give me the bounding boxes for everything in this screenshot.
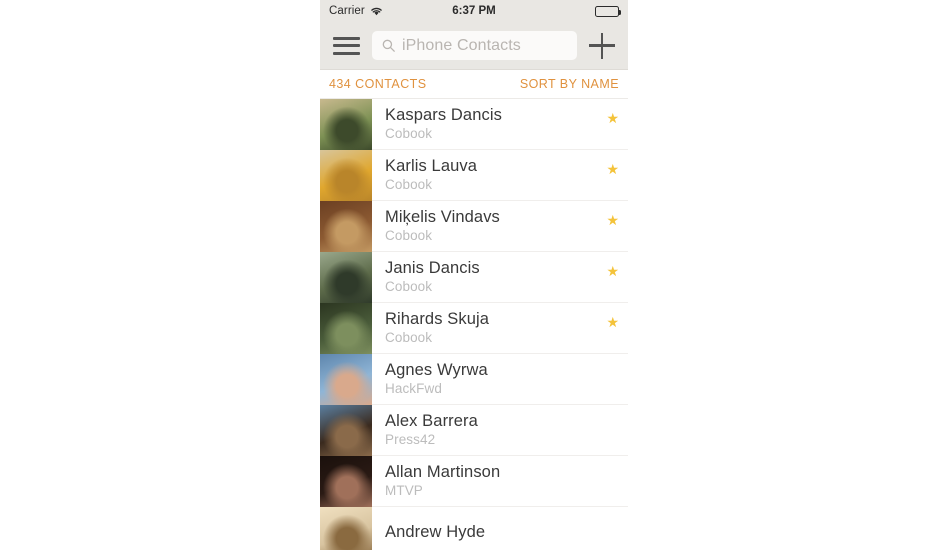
star-icon[interactable]: ★ — [606, 162, 619, 176]
contact-organization: Cobook — [385, 279, 433, 294]
carrier-label: Carrier — [329, 5, 365, 17]
avatar — [320, 354, 372, 405]
avatar — [320, 303, 372, 354]
contact-row[interactable]: Alex Barrera Press42 — [320, 405, 628, 456]
contact-row[interactable]: Janis Dancis Cobook ★ — [320, 252, 628, 303]
contact-row[interactable]: Kaspars Dancis Cobook ★ — [320, 99, 628, 150]
status-bar-right — [595, 5, 622, 17]
avatar — [320, 201, 372, 252]
avatar — [320, 150, 372, 201]
contact-name: Agnes Wyrwa — [385, 361, 488, 379]
contact-organization: Cobook — [385, 330, 433, 345]
status-bar-left: Carrier — [329, 5, 383, 17]
contact-name: Alex Barrera — [385, 412, 478, 430]
contact-row[interactable]: Agnes Wyrwa HackFwd — [320, 354, 628, 405]
avatar — [320, 507, 372, 550]
search-input[interactable]: iPhone Contacts — [372, 31, 577, 60]
sort-by-name-button[interactable]: SORT BY NAME — [520, 77, 619, 91]
hamburger-menu-icon[interactable] — [333, 36, 360, 56]
contact-row[interactable]: Andrew Hyde — [320, 507, 628, 550]
contact-row-body: Andrew Hyde — [372, 507, 628, 550]
contact-name: Andrew Hyde — [385, 523, 486, 541]
contact-organization: Cobook — [385, 177, 433, 192]
status-bar: Carrier 6:37 PM — [320, 0, 628, 22]
avatar — [320, 252, 372, 303]
contact-list: Kaspars Dancis Cobook ★ Karlis Lauva Cobook ★… — [320, 99, 628, 550]
contact-name: Allan Martinson — [385, 463, 501, 481]
star-icon[interactable]: ★ — [606, 213, 619, 227]
contact-row-body: Janis Dancis Cobook — [372, 252, 628, 303]
contact-organization: MTVP — [385, 483, 423, 498]
contact-name: Karlis Lauva — [385, 157, 477, 175]
contact-name: Kaspars Dancis — [385, 106, 502, 124]
star-icon[interactable]: ★ — [606, 111, 619, 125]
avatar — [320, 99, 372, 150]
contact-row-body: Alex Barrera Press42 — [372, 405, 628, 456]
star-icon[interactable]: ★ — [606, 315, 619, 329]
contact-organization: Cobook — [385, 228, 433, 243]
search-placeholder: iPhone Contacts — [402, 36, 521, 54]
contact-row-body: Allan Martinson MTVP — [372, 456, 628, 507]
phone-screen: Carrier 6:37 PM iPhone Contacts 434 CONT… — [320, 0, 628, 550]
contact-name: Miķelis Vindavs — [385, 208, 500, 226]
contact-organization: Press42 — [385, 432, 436, 447]
contact-row[interactable]: Rihards Skuja Cobook ★ — [320, 303, 628, 354]
star-icon[interactable]: ★ — [606, 264, 619, 278]
avatar — [320, 456, 372, 507]
contact-row-body: Rihards Skuja Cobook — [372, 303, 628, 354]
contact-row[interactable]: Karlis Lauva Cobook ★ — [320, 150, 628, 201]
wifi-icon — [370, 6, 383, 16]
battery-full-icon — [595, 5, 622, 17]
search-icon — [382, 39, 395, 52]
contact-name: Janis Dancis — [385, 259, 480, 277]
contact-name: Rihards Skuja — [385, 310, 490, 328]
contact-row[interactable]: Allan Martinson MTVP — [320, 456, 628, 507]
list-section-header: 434 CONTACTS SORT BY NAME — [320, 70, 628, 99]
plus-icon[interactable] — [589, 32, 615, 59]
contact-organization: HackFwd — [385, 381, 442, 396]
contact-row-body: Agnes Wyrwa HackFwd — [372, 354, 628, 405]
contact-row-body: Karlis Lauva Cobook — [372, 150, 628, 201]
contact-organization: Cobook — [385, 126, 433, 141]
contact-row-body: Miķelis Vindavs Cobook — [372, 201, 628, 252]
app-toolbar: iPhone Contacts — [320, 22, 628, 70]
contact-row[interactable]: Miķelis Vindavs Cobook ★ — [320, 201, 628, 252]
screenshot-canvas: Carrier 6:37 PM iPhone Contacts 434 CONT… — [0, 0, 950, 550]
contacts-count-label: 434 CONTACTS — [329, 77, 427, 91]
avatar — [320, 405, 372, 456]
contact-row-body: Kaspars Dancis Cobook — [372, 99, 628, 150]
